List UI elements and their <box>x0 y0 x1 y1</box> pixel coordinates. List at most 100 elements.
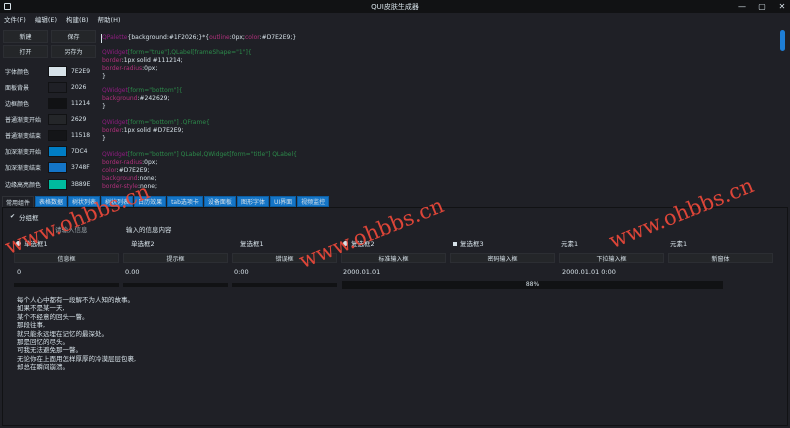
color-row-panel: 面板背景 2026 <box>5 81 93 93</box>
tab-video-monitor[interactable]: 视频监控 <box>297 196 330 207</box>
standard-input-button[interactable]: 标准输入框 <box>341 253 446 263</box>
check-icon: ✔ <box>10 213 16 220</box>
minimize-icon[interactable]: — <box>738 2 746 11</box>
tab-common-widgets[interactable]: 常用组件 <box>2 196 35 207</box>
poem-line: 某个不经意的回头一瞥。 <box>17 312 89 321</box>
color-value[interactable]: 3B89E <box>71 181 90 188</box>
code-line: border-radius:0px; <box>102 159 158 166</box>
color-label: 加深渐变开始 <box>5 148 42 156</box>
menu-edit[interactable]: 编辑(E) <box>35 14 57 24</box>
color-value[interactable]: 3748F <box>71 164 90 171</box>
slider-track[interactable] <box>14 283 119 287</box>
color-value[interactable]: 2026 <box>71 84 86 91</box>
new-button[interactable]: 新建 <box>3 30 48 43</box>
spinbox-int[interactable]: 0 <box>17 267 21 277</box>
code-line: border:1px solid #D7E2E9; <box>102 127 184 134</box>
title-bar: QUI皮肤生成器 — ▢ ✕ <box>0 0 790 13</box>
color-row-dark-start: 加深渐变开始 7DC4 <box>5 145 93 157</box>
checkbox-3[interactable]: 复选框3 <box>453 238 484 248</box>
poem-line: 就只能永远埋在记忆的最深处。 <box>17 329 108 338</box>
color-swatch[interactable] <box>48 161 67 173</box>
color-label: 面板背景 <box>5 84 30 92</box>
color-swatch[interactable] <box>48 65 67 77</box>
qss-editor[interactable]: QPalette{background:#1F2026;}*{outline:0… <box>97 27 777 195</box>
window-controls: — ▢ ✕ <box>738 0 786 13</box>
text-browser[interactable]: 每个人心中都有一段解不为人知的故事。 如果不是某一天, 某个不经意的回头一瞥。 … <box>17 296 136 372</box>
color-row-font: 字体颜色 7E2E9 <box>5 65 93 77</box>
progress-label: 88% <box>525 281 540 288</box>
editor-scrollbar[interactable] <box>779 27 786 197</box>
combobox-1[interactable]: 元素1 <box>561 238 578 248</box>
code-line: QPalette{background:#1F2026;}*{outline:0… <box>102 34 297 41</box>
color-row-border: 边框颜色 11214 <box>5 97 93 109</box>
color-swatch[interactable] <box>48 129 67 141</box>
code-line: } <box>102 135 106 142</box>
new-window-button[interactable]: 新窗体 <box>668 253 773 263</box>
tab-ui[interactable]: UI界面 <box>269 196 297 207</box>
menu-bar: 文件(F) 编辑(E) 构建(B) 帮助(H) <box>0 13 790 24</box>
poem-line: 如果不是某一天, <box>17 304 65 313</box>
color-value[interactable]: 11214 <box>71 100 90 107</box>
code-line: background:#242629; <box>102 95 170 102</box>
color-label: 边缘高亮颜色 <box>5 181 42 189</box>
code-line: QWidget[form="bottom"]{ <box>102 87 183 94</box>
poem-line: 却总在瞬间崩溃。 <box>17 363 69 372</box>
color-swatch[interactable] <box>48 145 67 157</box>
color-value[interactable]: 11518 <box>71 132 90 139</box>
color-value[interactable]: 7E2E9 <box>71 68 90 75</box>
code-line: } <box>102 73 106 80</box>
open-button[interactable]: 打开 <box>3 45 48 58</box>
tip-box-button[interactable]: 提示框 <box>123 253 228 263</box>
color-swatch[interactable] <box>48 81 67 93</box>
color-swatch[interactable] <box>48 97 67 109</box>
close-icon[interactable]: ✕ <box>778 2 786 11</box>
date-edit[interactable]: 2000.01.01 <box>343 267 380 277</box>
color-value[interactable]: 7DC4 <box>71 148 87 155</box>
input-field[interactable]: 输入的信息内容 <box>126 224 172 234</box>
app-icon <box>4 3 11 10</box>
slider-track[interactable] <box>123 283 228 287</box>
progress-bar: 88% <box>342 281 723 289</box>
spinbox-double[interactable]: 0.00 <box>125 267 139 277</box>
tab-tab-widget[interactable]: tab选项卡 <box>167 196 203 207</box>
datetime-edit[interactable]: 2000.01.01 0:00 <box>562 267 616 277</box>
radio-2[interactable]: 单选框2 <box>131 238 155 248</box>
slider-track[interactable] <box>232 283 337 287</box>
code-line: border-radius:0px; <box>102 65 158 72</box>
menu-file[interactable]: 文件(F) <box>4 14 26 24</box>
menu-build[interactable]: 构建(B) <box>66 14 89 24</box>
color-swatch[interactable] <box>48 113 67 125</box>
checkbox-1[interactable]: 复选框1 <box>240 238 264 248</box>
color-label: 字体颜色 <box>5 68 30 76</box>
poem-line: 无论你在上面用怎样厚厚的冷漠层层包裹, <box>17 354 137 363</box>
groupbox-label: 分组框 <box>19 214 39 222</box>
password-input-button[interactable]: 密码输入框 <box>450 253 555 263</box>
scrollbar-thumb[interactable] <box>780 30 785 51</box>
code-line: border:1px solid #111214; <box>102 57 183 64</box>
window-title: QUI皮肤生成器 <box>371 2 419 11</box>
color-value[interactable]: 2629 <box>71 116 86 123</box>
menu-help[interactable]: 帮助(H) <box>98 14 121 24</box>
color-label: 普通渐变结束 <box>5 132 42 140</box>
color-swatch[interactable] <box>48 178 67 190</box>
dropdown-input-button[interactable]: 下拉输入框 <box>559 253 664 263</box>
combobox-2[interactable]: 元素1 <box>670 238 687 248</box>
color-label: 加深渐变结束 <box>5 164 42 172</box>
info-box-button[interactable]: 信息框 <box>14 253 119 263</box>
groupbox-title[interactable]: ✔ 分组框 <box>10 212 39 223</box>
color-label: 边框颜色 <box>5 100 30 108</box>
poem-line: 可我无法避免那一瞥。 <box>17 346 82 355</box>
tab-icon-font[interactable]: 图形字体 <box>236 196 269 207</box>
time-edit[interactable]: 0:00 <box>234 267 249 277</box>
save-as-button[interactable]: 另存为 <box>51 45 96 58</box>
tab-device-panel[interactable]: 设备面板 <box>203 196 236 207</box>
check-square-icon <box>453 242 457 246</box>
save-button[interactable]: 保存 <box>51 30 96 43</box>
maximize-icon[interactable]: ▢ <box>758 2 766 11</box>
color-row-dark-end: 加深渐变结束 3748F <box>5 161 93 173</box>
code-line: background:none; <box>102 175 157 182</box>
code-line: QWidget[form="true"],QLabel[frameShape="… <box>102 49 252 56</box>
tab-table-data[interactable]: 表格数据 <box>35 196 68 207</box>
code-line: } <box>102 103 106 110</box>
poem-line: 那段往事, <box>17 321 46 330</box>
